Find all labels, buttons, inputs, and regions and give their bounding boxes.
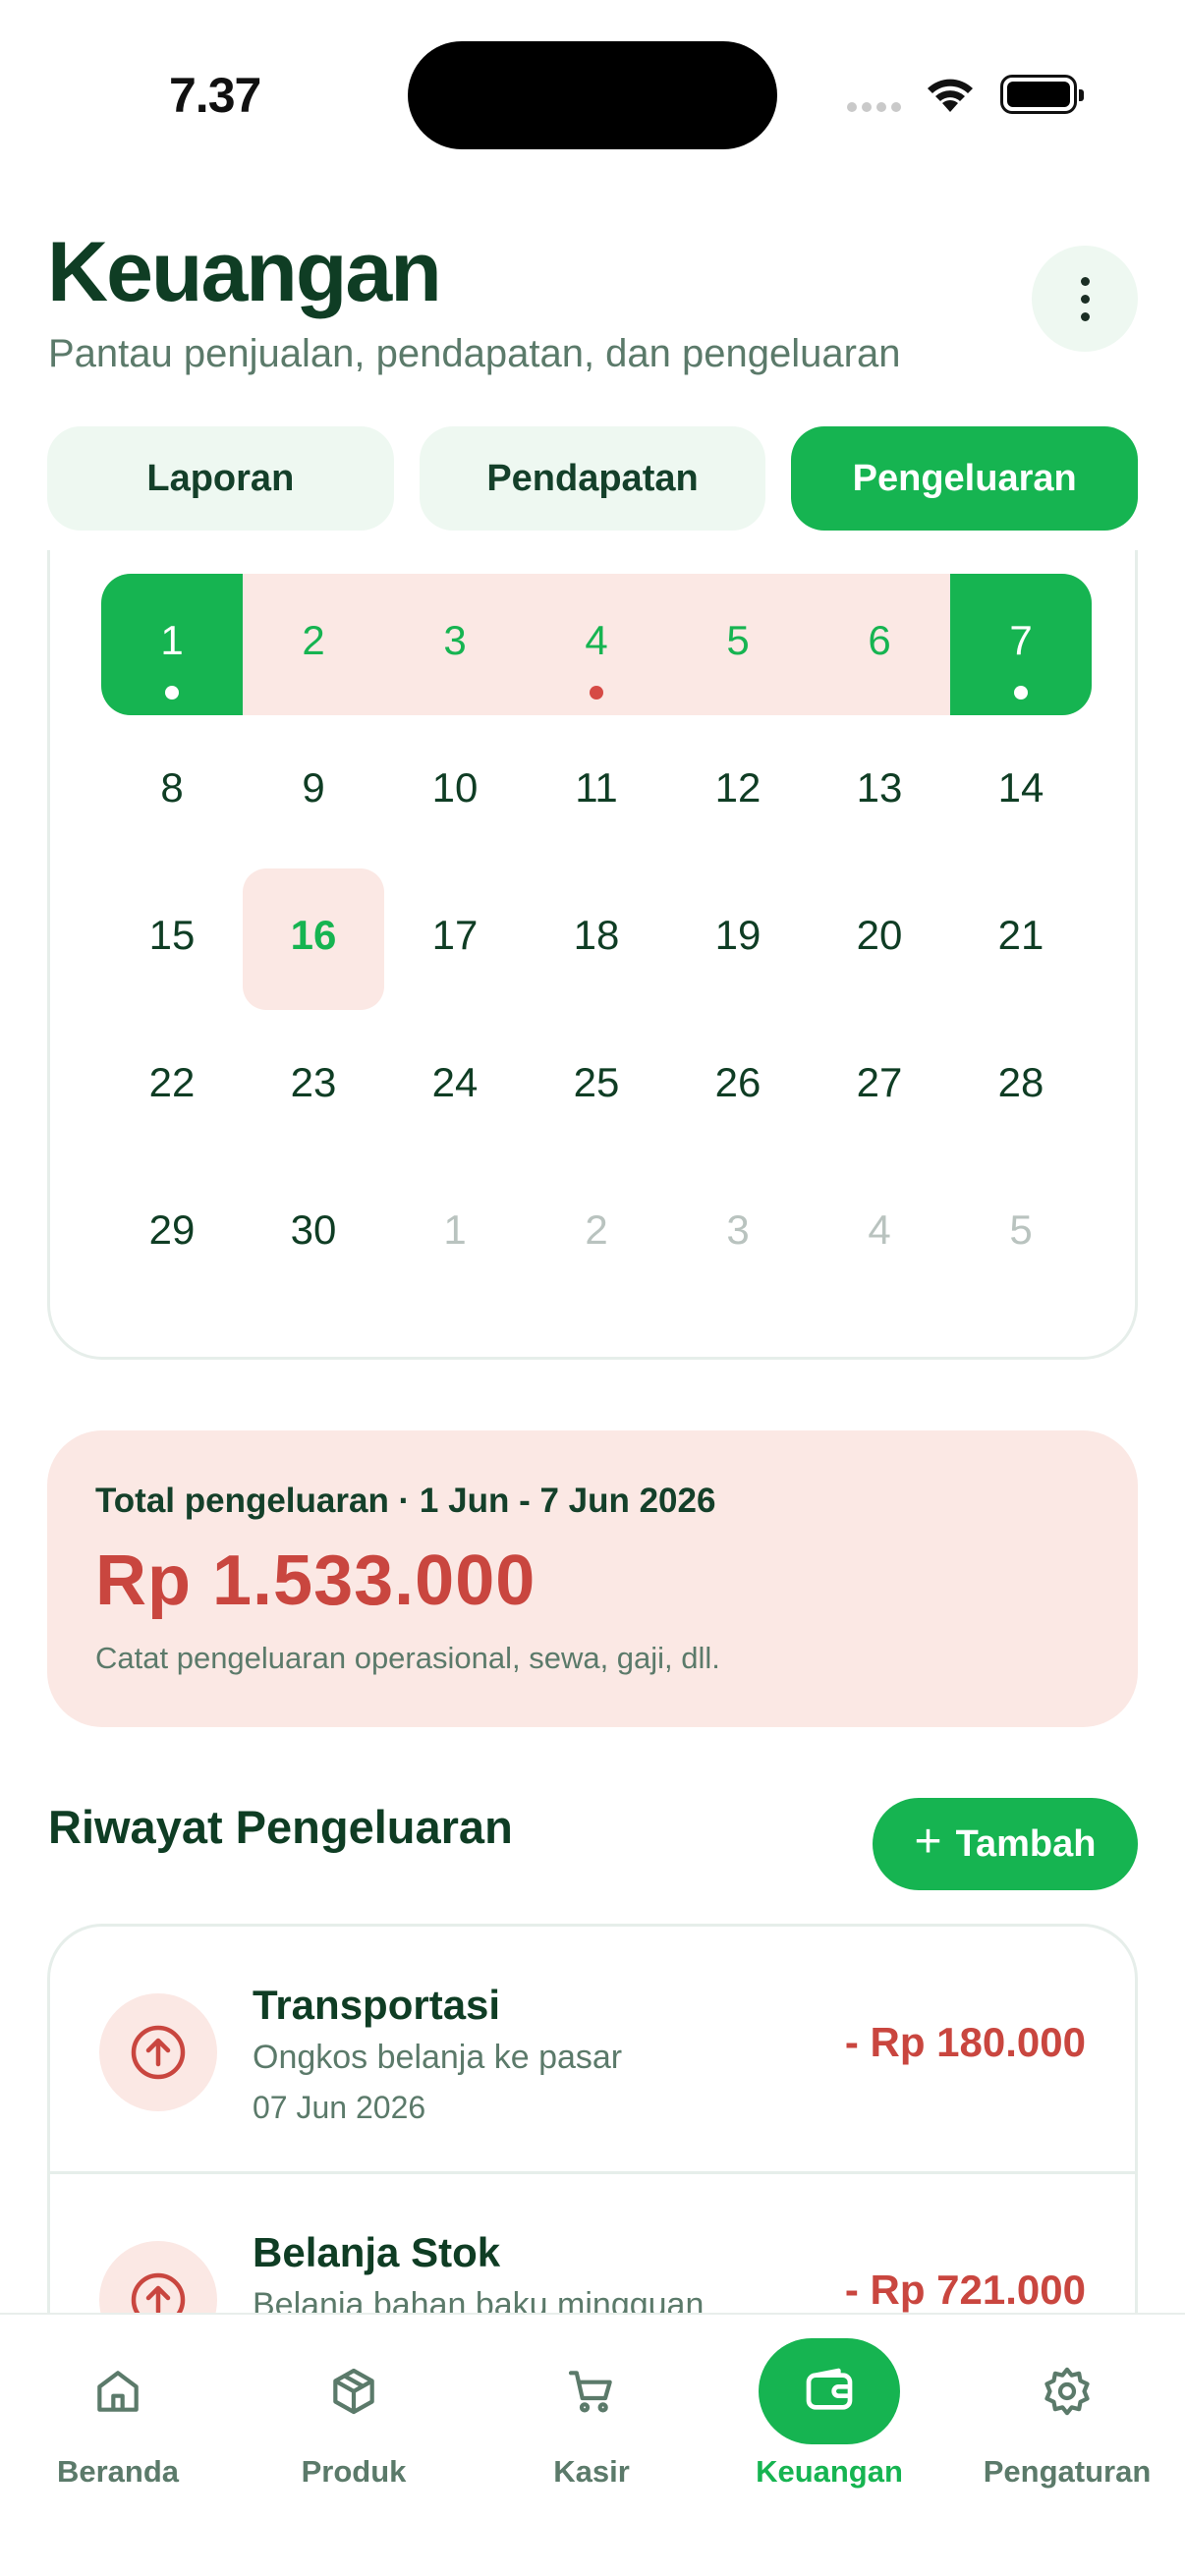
history-title: Riwayat Pengeluaran bbox=[48, 1801, 513, 1853]
page-title: Keuangan bbox=[47, 225, 442, 319]
status-time: 7.37 bbox=[169, 68, 261, 123]
wallet-icon bbox=[806, 2368, 853, 2410]
page-subtitle: Pantau penjualan, pendapatan, dan pengel… bbox=[48, 332, 901, 375]
calendar-day[interactable]: 26 bbox=[667, 1016, 809, 1157]
calendar-day[interactable]: 2 bbox=[526, 1163, 667, 1305]
package-icon bbox=[333, 2368, 374, 2415]
calendar-day[interactable]: 18 bbox=[526, 868, 667, 1010]
calendar-day[interactable]: 29 bbox=[101, 1163, 243, 1305]
calendar-event-dot bbox=[1014, 686, 1028, 700]
calendar-day[interactable]: 27 bbox=[809, 1016, 950, 1157]
dynamic-island bbox=[408, 41, 777, 149]
battery-icon bbox=[1000, 75, 1084, 114]
calendar-day[interactable]: 3 bbox=[667, 1163, 809, 1305]
tab-pendapatan[interactable]: Pendapatan bbox=[419, 426, 766, 531]
calendar-day[interactable]: 1 bbox=[384, 1163, 526, 1305]
calendar-grid: 1 2 3 4 5 6 7 8 9 10 11 12 13 14 15 16 17 18 19 20 21 22 23 24 2… bbox=[101, 574, 1092, 1311]
summary-note: Catat pengeluaran operasional, sewa, gaj… bbox=[95, 1641, 720, 1675]
calendar-day[interactable]: 13 bbox=[809, 721, 950, 863]
calendar-day[interactable]: 21 bbox=[950, 868, 1092, 1010]
expense-row[interactable]: Transportasi Ongkos belanja ke pasar 07 … bbox=[50, 1927, 1135, 2174]
calendar-card: 1 2 3 4 5 6 7 8 9 10 11 12 13 14 15 16 17 18 19 20 21 22 23 24 2… bbox=[47, 550, 1138, 1360]
nav-keuangan[interactable]: Keuangan bbox=[721, 2338, 937, 2490]
add-button-label: Tambah bbox=[955, 1822, 1097, 1865]
expense-date: 07 Jun 2026 bbox=[253, 2090, 426, 2125]
calendar-day[interactable]: 9 bbox=[243, 721, 384, 863]
calendar-day[interactable]: 23 bbox=[243, 1016, 384, 1157]
more-options-button[interactable] bbox=[1032, 246, 1138, 352]
nav-label: Kasir bbox=[553, 2454, 630, 2489]
calendar-day[interactable]: 20 bbox=[809, 868, 950, 1010]
expense-title: Belanja Stok bbox=[253, 2229, 501, 2275]
arrow-up-circle-icon bbox=[99, 1993, 217, 2111]
calendar-day[interactable]: 10 bbox=[384, 721, 526, 863]
summary-label: Total pengeluaran · 1 Jun - 7 Jun 2026 bbox=[95, 1482, 716, 1520]
tab-pengeluaran[interactable]: Pengeluaran bbox=[791, 426, 1139, 531]
nav-pengaturan[interactable]: Pengaturan bbox=[959, 2338, 1175, 2490]
nav-label: Keuangan bbox=[756, 2454, 903, 2489]
nav-label: Beranda bbox=[56, 2454, 180, 2489]
cart-icon bbox=[568, 2371, 612, 2413]
plus-icon: + bbox=[914, 1816, 942, 1868]
calendar-day[interactable]: 19 bbox=[667, 868, 809, 1010]
calendar-day[interactable]: 16 bbox=[243, 868, 384, 1010]
calendar-day[interactable]: 2 bbox=[243, 574, 384, 715]
calendar-event-dot bbox=[165, 686, 179, 700]
calendar-day[interactable]: 24 bbox=[384, 1016, 526, 1157]
expense-amount: - Rp 721.000 bbox=[844, 2267, 1086, 2313]
cellular-signal-icon bbox=[847, 102, 901, 112]
calendar-day[interactable]: 5 bbox=[950, 1163, 1092, 1305]
calendar-day[interactable]: 5 bbox=[667, 574, 809, 715]
nav-label: Produk bbox=[301, 2454, 407, 2489]
calendar-day[interactable]: 15 bbox=[101, 868, 243, 1010]
calendar-day[interactable]: 4 bbox=[809, 1163, 950, 1305]
add-expense-button[interactable]: + Tambah bbox=[873, 1798, 1138, 1890]
bottom-navigation: Beranda Produk Kasir Keuangan Pengaturan bbox=[0, 2313, 1185, 2576]
calendar-day[interactable]: 25 bbox=[526, 1016, 667, 1157]
nav-kasir[interactable]: Kasir bbox=[483, 2338, 700, 2490]
calendar-day[interactable]: 4 bbox=[526, 574, 667, 715]
calendar-day[interactable]: 17 bbox=[384, 868, 526, 1010]
expense-title: Transportasi bbox=[253, 1982, 501, 2028]
calendar-day[interactable]: 3 bbox=[384, 574, 526, 715]
more-vertical-icon bbox=[1080, 276, 1090, 321]
calendar-day[interactable]: 7 bbox=[950, 574, 1092, 715]
tab-laporan[interactable]: Laporan bbox=[47, 426, 394, 531]
nav-beranda[interactable]: Beranda bbox=[10, 2338, 226, 2490]
calendar-day[interactable]: 28 bbox=[950, 1016, 1092, 1157]
nav-produk[interactable]: Produk bbox=[246, 2338, 462, 2490]
calendar-day[interactable]: 14 bbox=[950, 721, 1092, 863]
calendar-day[interactable]: 12 bbox=[667, 721, 809, 863]
calendar-day[interactable]: 1 bbox=[101, 574, 243, 715]
summary-amount: Rp 1.533.000 bbox=[95, 1541, 536, 1620]
gear-icon bbox=[1044, 2367, 1090, 2416]
calendar-day[interactable]: 22 bbox=[101, 1016, 243, 1157]
calendar-day[interactable]: 30 bbox=[243, 1163, 384, 1305]
expense-amount: - Rp 180.000 bbox=[844, 2019, 1086, 2065]
calendar-event-dot bbox=[590, 686, 603, 700]
wifi-icon bbox=[928, 79, 973, 112]
calendar-day[interactable]: 11 bbox=[526, 721, 667, 863]
calendar-day[interactable]: 8 bbox=[101, 721, 243, 863]
calendar-day[interactable]: 6 bbox=[809, 574, 950, 715]
home-icon bbox=[97, 2371, 139, 2412]
expense-description: Ongkos belanja ke pasar bbox=[253, 2039, 623, 2076]
finance-tabs: Laporan Pendapatan Pengeluaran bbox=[47, 426, 1139, 531]
expense-summary-card: Total pengeluaran · 1 Jun - 7 Jun 2026 R… bbox=[47, 1430, 1138, 1727]
nav-label: Pengaturan bbox=[983, 2454, 1152, 2489]
